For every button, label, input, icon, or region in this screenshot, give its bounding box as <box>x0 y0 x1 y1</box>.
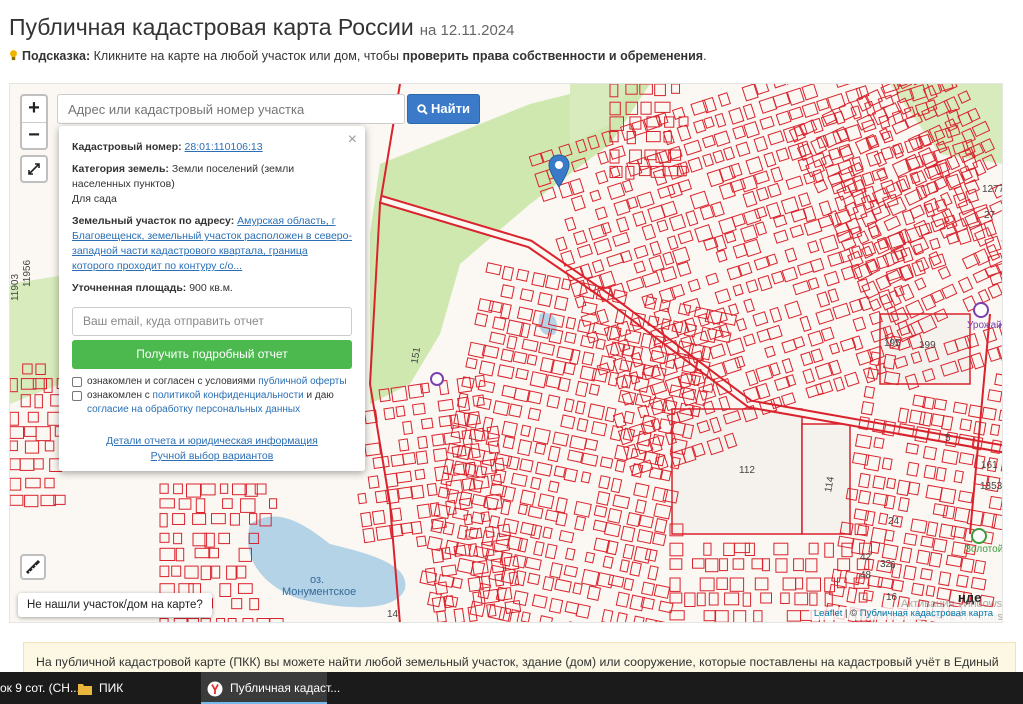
privacy-consent-text: ознакомлен с <box>87 390 153 401</box>
privacy-consent-mid: и даю <box>303 390 334 401</box>
taskbar-item-pik[interactable]: ПИК <box>78 672 198 704</box>
cadastral-map[interactable]: 112 114 195 199 24 151 14 27 1277 161 13… <box>9 83 1003 623</box>
search-button-label: Найти <box>431 101 470 116</box>
taskbar-item-label: ПИК <box>99 681 124 695</box>
offer-consent-text: ознакомлен и согласен с условиями <box>87 376 259 387</box>
search-button[interactable]: Найти <box>407 94 480 124</box>
poi-icon[interactable] <box>430 372 444 386</box>
offer-consent: ознакомлен и согласен с условиями публич… <box>72 375 352 389</box>
lake-label-name: Монументское <box>282 586 357 598</box>
privacy-consent-checkbox[interactable] <box>72 391 82 401</box>
personal-data-link[interactable]: согласие на обработку персональных данны… <box>87 404 300 415</box>
page-date: на 12.11.2024 <box>419 22 515 39</box>
map-label: 14 <box>387 609 399 620</box>
zoom-in-button[interactable]: + <box>22 96 46 122</box>
map-label: 1353 <box>980 481 1003 492</box>
map-attribution: Leaflet | © Публичная кадастровая карта <box>808 607 998 620</box>
page-title: Публичная кадастровая карта России на 12.… <box>9 14 515 41</box>
area-label: Уточненная площадь: <box>72 282 187 294</box>
taskbar-item-label: ок 9 сот. (СН... <box>0 681 80 695</box>
not-found-button[interactable]: Не нашли участок/дом на карте? <box>18 593 212 617</box>
map-label: 24 <box>888 516 900 527</box>
search-icon <box>417 104 428 115</box>
search-input[interactable] <box>57 94 405 124</box>
email-field[interactable]: Ваш email, куда отправить отчет <box>72 307 352 336</box>
attribution-separator: | © <box>842 608 860 619</box>
shop-poi-icon[interactable] <box>973 302 989 318</box>
map-label: 5 <box>945 433 951 444</box>
land-category-row: Категория земель: Земли поселений (земли… <box>72 162 352 207</box>
page-title-text: Публичная кадастровая карта России <box>9 14 414 40</box>
popup-links: Детали отчета и юридическая информация Р… <box>59 434 365 464</box>
hint-label: Подсказка: <box>22 49 91 63</box>
fullscreen-button[interactable] <box>20 155 48 183</box>
close-icon[interactable]: × <box>348 132 357 148</box>
map-label: Урожай <box>967 320 1002 331</box>
yandex-browser-icon <box>207 681 223 697</box>
location-marker-icon[interactable] <box>548 154 570 188</box>
source-link[interactable]: Публичная кадастровая карта <box>860 608 993 619</box>
poi-icon[interactable] <box>971 528 987 544</box>
map-label: 1277 <box>982 184 1003 195</box>
get-report-button[interactable]: Получить подробный отчет <box>72 340 352 369</box>
expand-icon <box>28 163 40 175</box>
land-parcel <box>1001 194 1002 214</box>
map-label: 48 <box>860 570 872 581</box>
ruler-icon <box>25 559 41 575</box>
parcel-info-popup: × Кадастровый номер: 28:01:110106:13 Кат… <box>59 126 365 471</box>
map-label: Золотой <box>965 544 1003 555</box>
field-112 <box>671 408 803 535</box>
privacy-consent: ознакомлен с политикой конфиденциальност… <box>72 389 352 417</box>
cadastral-number-label: Кадастровый номер: <box>72 141 182 153</box>
folder-icon <box>78 683 92 695</box>
map-label: 11903 <box>10 273 22 302</box>
info-panel: На публичной кадастровой карте (ПКК) вы … <box>23 642 1016 676</box>
map-label: 42 <box>860 552 872 563</box>
zoom-control: + − <box>20 94 48 150</box>
public-offer-link[interactable]: публичной оферты <box>258 376 346 387</box>
land-parcel <box>566 621 585 622</box>
area-row: Уточненная площадь: 900 кв.м. <box>72 281 352 296</box>
taskbar-item-browser[interactable]: Публичная кадаст... <box>201 672 340 704</box>
hint-text: Кликните на карте на любой участок или д… <box>93 49 399 63</box>
map-label: 27 <box>984 210 996 221</box>
map-label: 161 <box>981 460 998 471</box>
land-usage-value: Для сада <box>72 193 117 205</box>
privacy-policy-link[interactable]: политикой конфиденциальности <box>153 390 304 401</box>
map-label: 6 <box>890 560 896 571</box>
address-row: Земельный участок по адресу: Амурская об… <box>72 214 352 274</box>
measure-tool-button[interactable] <box>20 554 46 580</box>
hint-end: . <box>703 49 707 63</box>
area-value: 900 кв.м. <box>189 282 233 294</box>
lightbulb-icon <box>10 50 17 61</box>
manual-selection-link[interactable]: Ручной выбор вариантов <box>151 450 274 462</box>
lake-label-prefix: оз. <box>310 574 325 586</box>
zoom-out-button[interactable]: − <box>22 122 46 148</box>
map-label: 11956 <box>22 259 34 288</box>
cadastral-number-link[interactable]: 28:01:110106:13 <box>185 141 263 153</box>
land-parcel <box>1001 236 1002 251</box>
cadastral-number-row: Кадастровый номер: 28:01:110106:13 <box>72 140 352 155</box>
hint-bold: проверить права собственности и обремене… <box>402 49 704 63</box>
hint: Подсказка: Кликните на карте на любой уч… <box>9 49 707 63</box>
offer-consent-checkbox[interactable] <box>72 377 82 387</box>
windows-taskbar: ок 9 сот. (СН... ПИК Публичная кадаст... <box>0 672 1023 704</box>
report-details-link[interactable]: Детали отчета и юридическая информация <box>106 435 318 447</box>
info-text: На публичной кадастровой карте (ПКК) вы … <box>36 655 999 669</box>
map-label: 112 <box>739 465 755 476</box>
leaflet-link[interactable]: Leaflet <box>814 608 843 619</box>
land-parcel <box>1001 391 1002 408</box>
taskbar-item-listing[interactable]: ок 9 сот. (СН... <box>0 672 80 704</box>
map-label: 195 <box>884 338 901 349</box>
map-label: 199 <box>919 340 936 351</box>
land-category-label: Категория земель: <box>72 163 169 175</box>
taskbar-item-label: Публичная кадаст... <box>230 681 341 695</box>
address-label: Земельный участок по адресу: <box>72 215 235 227</box>
